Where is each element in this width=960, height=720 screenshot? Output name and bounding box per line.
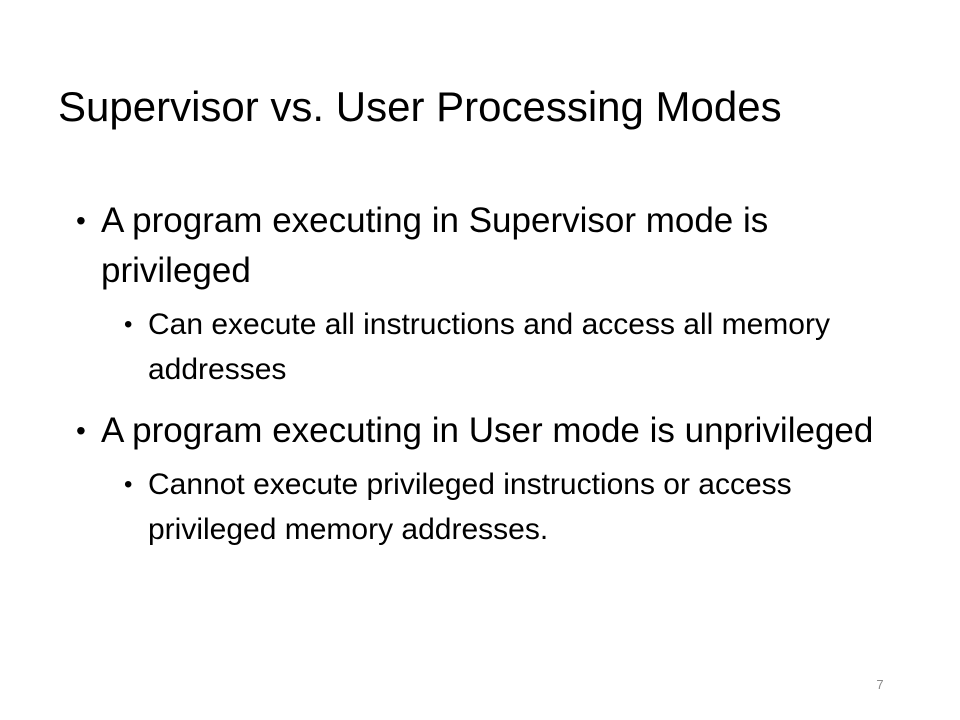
bullet-marker: • bbox=[76, 415, 86, 446]
bullet-list: • A program executing in Supervisor mode… bbox=[76, 196, 896, 552]
slide-title: Supervisor vs. User Processing Modes bbox=[58, 83, 782, 130]
sub-bullet-item: • Can execute all instructions and acces… bbox=[124, 302, 896, 392]
bullet-marker: • bbox=[76, 205, 86, 236]
sub-bullet-marker: • bbox=[124, 471, 133, 498]
slide-number: 7 bbox=[876, 677, 884, 692]
sub-bullet-marker: • bbox=[124, 311, 133, 338]
bullet-item: • A program executing in User mode is un… bbox=[76, 406, 896, 456]
bullet-text: A program executing in User mode is unpr… bbox=[101, 411, 874, 450]
sub-bullet-text: Can execute all instructions and access … bbox=[148, 308, 830, 386]
sub-bullet-item: • Cannot execute privileged instructions… bbox=[124, 462, 896, 552]
slide: Supervisor vs. User Processing Modes • A… bbox=[0, 0, 960, 720]
sub-bullet-text: Cannot execute privileged instructions o… bbox=[148, 468, 792, 546]
bullet-item: • A program executing in Supervisor mode… bbox=[76, 196, 896, 296]
bullet-text: A program executing in Supervisor mode i… bbox=[101, 201, 769, 290]
